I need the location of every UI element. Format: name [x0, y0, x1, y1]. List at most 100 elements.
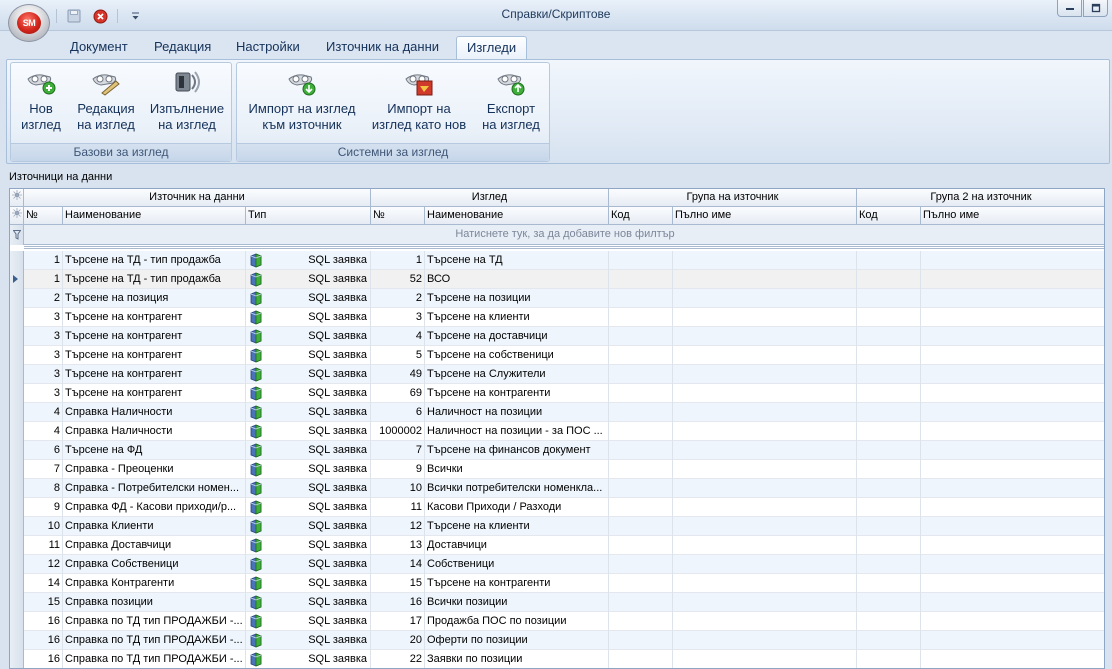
data-sources-grid[interactable]: Източник на данни Изглед Група на източн… [9, 188, 1105, 669]
cell-source-name[interactable]: Справка Доставчици [63, 536, 246, 555]
import-view-as-new-button[interactable]: Импорт на изглед като нов [367, 67, 471, 133]
cell-source-name[interactable]: Справка Клиенти [63, 517, 246, 536]
cell-group2-code[interactable] [857, 365, 921, 384]
cell-group-fullname[interactable] [673, 574, 857, 593]
application-button[interactable]: SM [8, 4, 50, 42]
cell-group-fullname[interactable] [673, 517, 857, 536]
cell-group-fullname[interactable] [673, 441, 857, 460]
cell-type[interactable]: SQL заявка [246, 479, 371, 498]
cell-view-no[interactable]: 12 [371, 517, 425, 536]
row-indicator[interactable] [10, 498, 24, 517]
cell-group2-code[interactable] [857, 441, 921, 460]
row-indicator[interactable] [10, 270, 24, 289]
cell-source-no[interactable]: 7 [24, 460, 63, 479]
cell-source-no[interactable]: 16 [24, 650, 63, 668]
cell-view-name[interactable]: Продажба ПОС по позиции [425, 612, 609, 631]
cell-view-no[interactable]: 9 [371, 460, 425, 479]
cell-group2-code[interactable] [857, 593, 921, 612]
column-corner[interactable] [10, 207, 24, 225]
cell-view-no[interactable]: 4 [371, 327, 425, 346]
cell-group-code[interactable] [609, 555, 673, 574]
cell-view-no[interactable]: 11 [371, 498, 425, 517]
cell-group2-code[interactable] [857, 536, 921, 555]
row-indicator[interactable] [10, 555, 24, 574]
cell-view-name[interactable]: Всички [425, 460, 609, 479]
band-header-source[interactable]: Източник на данни [24, 189, 371, 207]
cell-type[interactable]: SQL заявка [246, 498, 371, 517]
cell-source-name[interactable]: Търсене на контрагент [63, 327, 246, 346]
cell-source-no[interactable]: 2 [24, 289, 63, 308]
cell-group2-fullname[interactable] [921, 270, 1104, 289]
cell-source-no[interactable]: 3 [24, 384, 63, 403]
cell-source-name[interactable]: Справка ФД - Касови приходи/р... [63, 498, 246, 517]
cell-group2-fullname[interactable] [921, 593, 1104, 612]
minimize-icon[interactable] [1057, 0, 1082, 17]
row-indicator[interactable] [10, 479, 24, 498]
cell-group2-code[interactable] [857, 270, 921, 289]
cell-group2-fullname[interactable] [921, 327, 1104, 346]
row-indicator[interactable] [10, 403, 24, 422]
cell-group-code[interactable] [609, 384, 673, 403]
cell-group2-code[interactable] [857, 479, 921, 498]
cell-group-fullname[interactable] [673, 650, 857, 668]
row-indicator[interactable] [10, 536, 24, 555]
table-row[interactable]: 3 Търсене на контрагент SQL заявка 5 Търсене… [10, 346, 1104, 365]
col-header-view-no[interactable]: № [371, 207, 425, 225]
row-indicator[interactable] [10, 365, 24, 384]
cell-view-name[interactable]: Търсене на клиенти [425, 308, 609, 327]
row-indicator[interactable] [10, 422, 24, 441]
cell-group-fullname[interactable] [673, 346, 857, 365]
cell-view-name[interactable]: Търсене на доставчици [425, 327, 609, 346]
cell-view-name[interactable]: Търсене на финансов документ [425, 441, 609, 460]
cell-group2-fullname[interactable] [921, 574, 1104, 593]
cell-group-fullname[interactable] [673, 631, 857, 650]
cell-view-no[interactable]: 7 [371, 441, 425, 460]
cell-group-fullname[interactable] [673, 270, 857, 289]
cell-group2-code[interactable] [857, 555, 921, 574]
band-header-group[interactable]: Група на източник [609, 189, 857, 207]
cell-group-code[interactable] [609, 460, 673, 479]
cell-group2-fullname[interactable] [921, 289, 1104, 308]
table-row[interactable]: 7 Справка - Преоценки SQL заявка 9 Всички [10, 460, 1104, 479]
cell-group-code[interactable] [609, 270, 673, 289]
cell-view-no[interactable]: 20 [371, 631, 425, 650]
cell-view-no[interactable]: 1 [371, 251, 425, 270]
cell-source-name[interactable]: Справка позиции [63, 593, 246, 612]
tab-document[interactable]: Документ [60, 36, 138, 59]
table-row[interactable]: 3 Търсене на контрагент SQL заявка 3 Търсене… [10, 308, 1104, 327]
cell-type[interactable]: SQL заявка [246, 270, 371, 289]
cell-group-fullname[interactable] [673, 593, 857, 612]
cell-type[interactable]: SQL заявка [246, 384, 371, 403]
tab-views[interactable]: Изгледи [456, 36, 528, 60]
cell-group2-code[interactable] [857, 612, 921, 631]
cell-view-no[interactable]: 17 [371, 612, 425, 631]
cell-group-code[interactable] [609, 289, 673, 308]
cell-source-name[interactable]: Търсене на контрагент [63, 384, 246, 403]
cell-group-fullname[interactable] [673, 289, 857, 308]
row-indicator[interactable] [10, 289, 24, 308]
cell-view-name[interactable]: Касови Приходи / Разходи [425, 498, 609, 517]
cell-group-fullname[interactable] [673, 365, 857, 384]
cell-source-name[interactable]: Търсене на позиция [63, 289, 246, 308]
cell-group-fullname[interactable] [673, 479, 857, 498]
cell-group-fullname[interactable] [673, 555, 857, 574]
cell-group2-fullname[interactable] [921, 479, 1104, 498]
col-header-view-name[interactable]: Наименование [425, 207, 609, 225]
cell-source-name[interactable]: Търсене на контрагент [63, 346, 246, 365]
table-row[interactable]: 3 Търсене на контрагент SQL заявка 4 Търсене… [10, 327, 1104, 346]
cell-source-no[interactable]: 15 [24, 593, 63, 612]
cell-type[interactable]: SQL заявка [246, 441, 371, 460]
cell-group2-code[interactable] [857, 308, 921, 327]
cell-source-name[interactable]: Справка по ТД тип ПРОДАЖБИ -... [63, 612, 246, 631]
cell-group-fullname[interactable] [673, 422, 857, 441]
cell-group2-code[interactable] [857, 251, 921, 270]
cell-group-code[interactable] [609, 346, 673, 365]
cell-source-no[interactable]: 6 [24, 441, 63, 460]
table-row[interactable]: 6 Търсене на ФД SQL заявка 7 Търсене на фина… [10, 441, 1104, 460]
cell-group2-code[interactable] [857, 384, 921, 403]
row-indicator[interactable] [10, 650, 24, 668]
cell-view-name[interactable]: Оферти по позиции [425, 631, 609, 650]
cell-group-code[interactable] [609, 593, 673, 612]
cell-group2-code[interactable] [857, 422, 921, 441]
cell-type[interactable]: SQL заявка [246, 422, 371, 441]
